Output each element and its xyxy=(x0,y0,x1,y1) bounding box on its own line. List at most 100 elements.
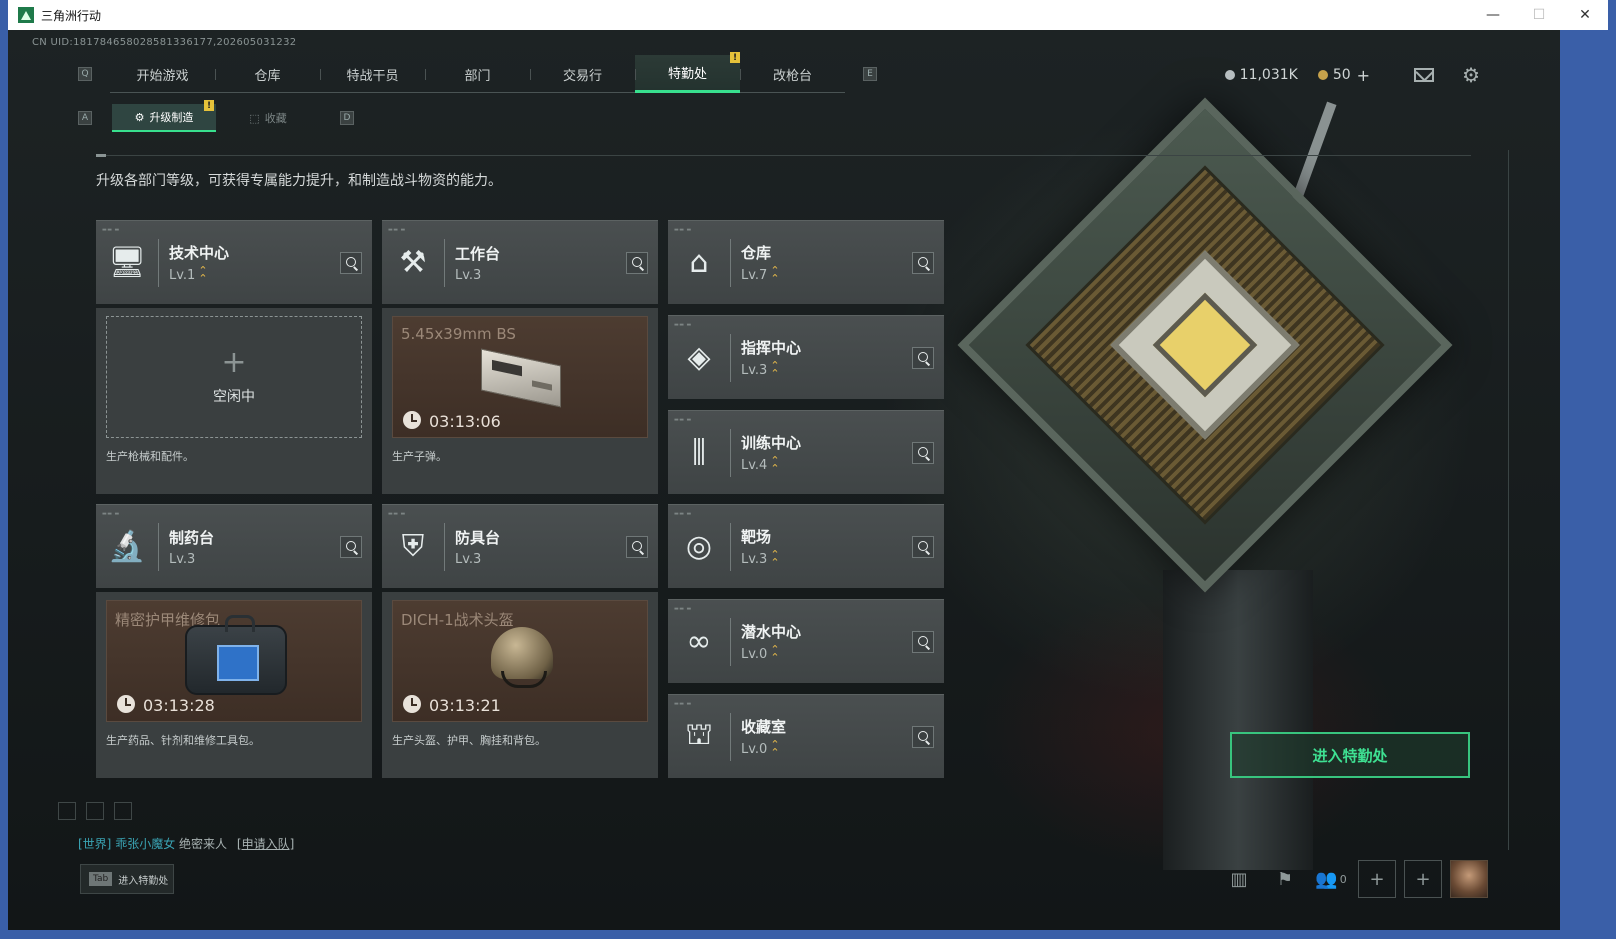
avatar[interactable] xyxy=(1450,860,1488,898)
friends-count: 0 xyxy=(1339,872,1347,886)
gear-icon[interactable]: ⚙ xyxy=(1462,63,1480,87)
monitor-icon: 🖥 xyxy=(107,245,147,280)
search-icon[interactable] xyxy=(912,630,934,653)
user-uid: CN UID:181784658028581336177,20260503123… xyxy=(32,37,297,48)
goggles-icon: ∞ xyxy=(686,624,712,659)
game-viewport: CN UID:181784658028581336177,20260503123… xyxy=(8,30,1560,930)
facility-card-collection-room[interactable]: ▬▬ ▬ ⛫ 收藏室 Lv.0 ⌃ ⌃ xyxy=(668,694,944,778)
armor-icon: ⛨ xyxy=(401,529,425,564)
stats-icon[interactable]: ▥ xyxy=(1220,860,1258,898)
upgrade-arrow-icon: ⌃ ⌃ xyxy=(770,264,780,285)
production-item-name: DICH-1战术头盔 xyxy=(401,611,514,629)
close-button[interactable]: ✕ xyxy=(1562,0,1608,30)
trophy-case-icon: ⛫ xyxy=(685,717,713,752)
subtab-collection[interactable]: ⬚ 收藏 xyxy=(216,104,320,132)
facility-name: 指挥中心 xyxy=(741,339,802,357)
add-currency-button[interactable]: + xyxy=(1357,66,1370,85)
add-party-slot-button[interactable]: + xyxy=(1358,860,1396,898)
facility-card-command-center[interactable]: ▬▬ ▬ ◈ 指挥中心 Lv.3 ⌃ ⌃ xyxy=(668,315,944,399)
add-party-slot-button[interactable]: + xyxy=(1404,860,1442,898)
production-item[interactable]: 5.45x39mm BS 03:13:06 xyxy=(392,316,648,438)
clock-icon xyxy=(403,411,421,429)
hud-slot xyxy=(58,802,76,820)
collection-icon: ⬚ xyxy=(249,111,260,125)
add-production-slot[interactable]: + 空闲中 xyxy=(106,316,362,438)
production-panel-armor: DICH-1战术头盔 03:13:21 生产头盔、护甲、胸挂和背包。 xyxy=(382,592,658,778)
tab-left-key-hint: Q xyxy=(78,67,92,81)
search-icon[interactable] xyxy=(626,535,648,558)
tab-special-ops-badge: ! xyxy=(730,52,740,63)
search-icon[interactable] xyxy=(912,346,934,369)
subtab-upgrade-badge: ! xyxy=(204,100,214,111)
tab-trading[interactable]: 交易行 xyxy=(530,55,635,93)
search-icon[interactable] xyxy=(912,535,934,558)
friends-icon[interactable]: 👥 0 xyxy=(1312,860,1350,898)
facility-card-workbench[interactable]: ▬▬ ▬ ⚒ 工作台 Lv.3 xyxy=(382,220,658,304)
search-icon[interactable] xyxy=(912,441,934,464)
facility-level: Lv.3 xyxy=(455,267,482,283)
search-icon[interactable] xyxy=(626,251,648,274)
search-icon[interactable] xyxy=(340,535,362,558)
gold-currency[interactable]: 50 + xyxy=(1317,66,1370,85)
facility-card-diving-center[interactable]: ▬▬ ▬ ∞ 潜水中心 Lv.0 ⌃ ⌃ xyxy=(668,599,944,683)
tab-key-label: Tab xyxy=(89,872,113,886)
upgrade-arrow-icon: ⌃ ⌃ xyxy=(770,359,780,380)
hud-slot xyxy=(86,802,104,820)
gold-coin-icon xyxy=(1317,70,1328,80)
window-title: 三角洲行动 xyxy=(41,8,102,23)
facility-level: Lv.3 xyxy=(455,551,482,567)
search-icon[interactable] xyxy=(912,251,934,274)
divider xyxy=(96,155,1471,156)
tab-departments[interactable]: 部门 xyxy=(425,55,530,93)
clock-icon xyxy=(117,695,135,713)
production-item[interactable]: DICH-1战术头盔 03:13:21 xyxy=(392,600,648,722)
facility-level: Lv.0 xyxy=(741,646,768,662)
silver-coin-icon xyxy=(1224,70,1235,80)
upgrade-arrow-icon: ⌃ ⌃ xyxy=(770,643,780,664)
tab-operators[interactable]: 特战干员 xyxy=(320,55,425,93)
tab-key-hint[interactable]: Tab 进入特勤处 xyxy=(80,864,174,894)
search-icon[interactable] xyxy=(912,725,934,748)
mail-icon[interactable] xyxy=(1414,68,1435,82)
tab-start-game[interactable]: 开始游戏 xyxy=(110,55,215,93)
chat-user[interactable]: 乖张小魔女 xyxy=(115,837,175,851)
gold-amount: 50 xyxy=(1332,67,1351,83)
facility-card-armor[interactable]: ▬▬ ▬ ⛨ 防具台 Lv.3 xyxy=(382,504,658,588)
enter-special-ops-button[interactable]: 进入特勤处 xyxy=(1230,732,1470,778)
upgrade-arrow-icon: ⌃ ⌃ xyxy=(770,738,780,759)
facility-name: 靶场 xyxy=(741,528,772,546)
bottom-right-bar: ▥ ⚑ 👥 0 + + xyxy=(1212,860,1488,898)
upgrade-arrow-icon: ⌃ ⌃ xyxy=(770,548,780,569)
subtab-upgrade-craft-label: 升级制造 xyxy=(149,111,194,124)
maximize-button[interactable]: ☐ xyxy=(1516,0,1562,30)
production-timer: 03:13:06 xyxy=(429,412,501,431)
facility-card-tech-center[interactable]: ▬▬ ▬ 🖥 技术中心 Lv.1 ⌃ ⌃ xyxy=(96,220,372,304)
production-item[interactable]: 精密护甲维修包 03:13:28 xyxy=(106,600,362,722)
facility-card-range[interactable]: ▬▬ ▬ ◎ 靶场 Lv.3 ⌃ ⌃ xyxy=(668,504,944,588)
silver-amount: 11,031K xyxy=(1239,67,1298,83)
hud-slot xyxy=(114,802,132,820)
production-panel-tech-center: + 空闲中 生产枪械和配件。 xyxy=(96,308,372,494)
tab-warehouse[interactable]: 仓库 xyxy=(215,55,320,93)
facility-card-warehouse[interactable]: ▬▬ ▬ ⌂ 仓库 Lv.7 ⌃ ⌃ xyxy=(668,220,944,304)
production-description: 生产子弹。 xyxy=(392,450,447,463)
production-description: 生产枪械和配件。 xyxy=(106,450,194,463)
subtab-upgrade-craft[interactable]: ⚙ 升级制造 xyxy=(112,104,216,132)
tab-special-ops[interactable]: 特勤处 xyxy=(635,55,740,93)
facility-name: 工作台 xyxy=(455,244,501,263)
facility-name: 仓库 xyxy=(741,244,772,262)
dumbbell-icon: ⫼ xyxy=(692,435,706,470)
facility-card-training-center[interactable]: ▬▬ ▬ ⫼ 训练中心 Lv.4 ⌃ ⌃ xyxy=(668,410,944,494)
search-icon[interactable] xyxy=(340,251,362,274)
subtab-right-key-hint: D xyxy=(340,111,354,125)
facility-card-pharmacy[interactable]: ▬▬ ▬ 🔬 制药台 Lv.3 xyxy=(96,504,372,588)
ammo-box-image xyxy=(481,348,561,408)
chat-join-link[interactable]: [申请入队] xyxy=(237,837,294,851)
tab-gunsmith[interactable]: 改枪台 xyxy=(740,55,845,93)
flag-icon[interactable]: ⚑ xyxy=(1266,860,1304,898)
facility-level: Lv.3 xyxy=(169,551,196,567)
minimize-button[interactable]: — xyxy=(1470,0,1516,30)
facility-name: 收藏室 xyxy=(741,718,787,736)
production-item-name: 5.45x39mm BS xyxy=(401,325,516,343)
window-titlebar: 三角洲行动 — ☐ ✕ xyxy=(8,0,1608,30)
